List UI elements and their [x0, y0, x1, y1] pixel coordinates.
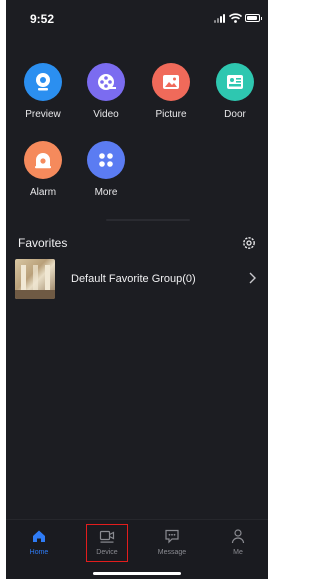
favorite-group-thumbnail: [15, 259, 55, 299]
tab-label: Me: [233, 549, 243, 556]
app-video[interactable]: Video: [80, 63, 132, 129]
film-reel-icon: [87, 63, 125, 101]
tab-label: Message: [157, 549, 187, 556]
favorite-group-label: Default Favorite Group(0): [71, 273, 196, 285]
app-more[interactable]: More: [80, 141, 132, 207]
person-icon: [231, 529, 245, 544]
signal-icon: [214, 14, 226, 23]
favorite-group-row[interactable]: Default Favorite Group(0): [6, 258, 268, 302]
battery-icon: [245, 14, 262, 22]
favorites-title: Favorites: [18, 236, 68, 250]
section-divider: [106, 219, 190, 221]
app-label: More: [94, 187, 118, 198]
status-bar: 9:52: [6, 0, 268, 38]
bottom-tab-bar: Home Device Message Me: [6, 519, 268, 579]
settings-gear-icon[interactable]: [242, 236, 256, 250]
tab-label: Home: [29, 549, 49, 556]
app-alarm[interactable]: Alarm: [17, 141, 69, 207]
wifi-icon: [229, 13, 242, 23]
image-icon: [152, 63, 190, 101]
home-icon: [33, 530, 45, 542]
camera-icon: [24, 63, 62, 101]
tab-me[interactable]: Me: [212, 520, 264, 564]
door-panel-icon: [216, 63, 254, 101]
tab-message[interactable]: Message: [146, 520, 198, 564]
app-label: Preview: [25, 109, 61, 120]
phone-screen: 9:52 Preview Video Picture Door Alarm Mo…: [6, 0, 268, 579]
app-label: Video: [93, 109, 119, 120]
home-indicator: [93, 572, 181, 575]
app-picture[interactable]: Picture: [145, 63, 197, 129]
app-label: Alarm: [29, 187, 57, 198]
alarm-icon: [24, 141, 62, 179]
app-preview[interactable]: Preview: [17, 63, 69, 129]
app-door[interactable]: Door: [209, 63, 261, 129]
chevron-right-icon: [249, 272, 256, 284]
app-label: Picture: [155, 109, 187, 120]
grid-dots-icon: [87, 141, 125, 179]
app-label: Door: [224, 109, 246, 120]
message-icon: [165, 529, 179, 544]
tab-home[interactable]: Home: [13, 520, 65, 564]
status-time: 9:52: [30, 12, 55, 26]
device-tab-highlight-box: [86, 524, 128, 562]
